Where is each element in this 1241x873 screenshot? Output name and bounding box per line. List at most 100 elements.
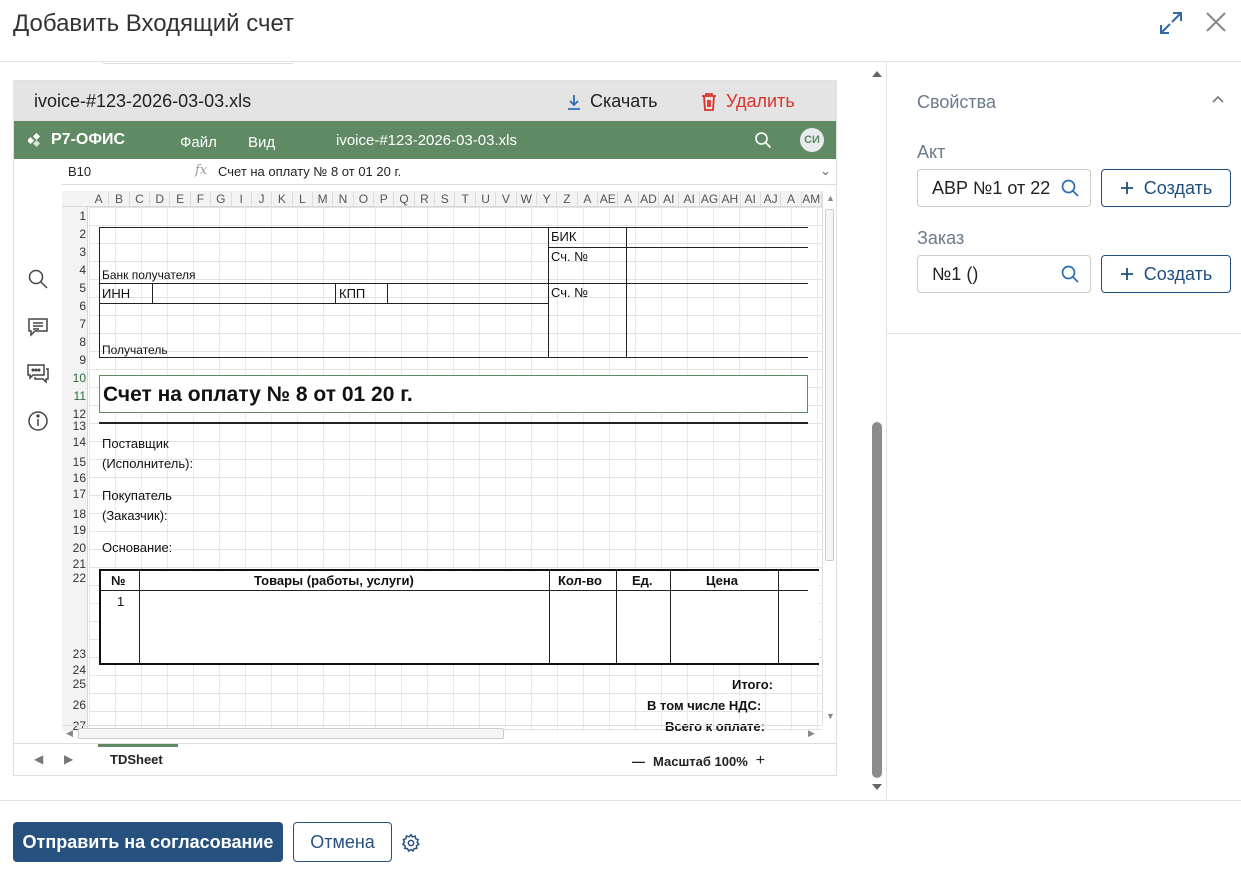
chat-icon[interactable] <box>26 361 50 385</box>
search-icon[interactable] <box>26 267 50 291</box>
column-header[interactable]: N <box>333 192 354 206</box>
spreadsheet-grid[interactable]: A B C D E F G I J K L M N O P Q R S T U V W Y Z A AE A AD AI AI AG AH AI… <box>62 191 822 731</box>
cell-supplier-2[interactable]: (Исполнитель): <box>102 456 193 471</box>
th-qty[interactable]: Кол-во <box>558 573 602 588</box>
row-header[interactable]: 6 <box>62 299 86 313</box>
expand-icon[interactable] <box>1158 10 1184 36</box>
cell-inn[interactable]: ИНН <box>102 286 130 301</box>
cell-kpp[interactable]: КПП <box>339 286 365 301</box>
row-header[interactable]: 19 <box>62 523 86 537</box>
row-header[interactable]: 10 <box>62 371 86 385</box>
avatar[interactable]: СИ <box>800 128 824 152</box>
sheet-tab[interactable]: TDSheet <box>98 744 178 772</box>
menu-view[interactable]: Вид <box>248 134 275 151</box>
cell-sch1[interactable]: Сч. № <box>551 249 588 264</box>
row-header[interactable]: 2 <box>62 227 86 241</box>
column-header[interactable]: S <box>435 192 456 206</box>
column-header[interactable]: AG <box>700 192 721 206</box>
column-header[interactable]: F <box>191 192 212 206</box>
row-header[interactable]: 20 <box>62 541 86 555</box>
column-header[interactable]: E <box>170 192 191 206</box>
properties-title[interactable]: Свойства <box>917 92 996 113</box>
submit-for-approval-button[interactable]: Отправить на согласование <box>13 822 283 862</box>
invoice-heading[interactable]: Счет на оплату № 8 от 01 20 г. <box>103 383 413 407</box>
row-header[interactable]: 8 <box>62 335 86 349</box>
row-header[interactable]: 17 <box>62 487 86 501</box>
zoom-in-icon[interactable]: + <box>756 752 765 770</box>
delete-button[interactable]: Удалить <box>700 91 795 112</box>
row-header[interactable]: 26 <box>62 698 86 712</box>
column-header[interactable]: D <box>150 192 171 206</box>
row-header[interactable]: 11 <box>62 389 86 403</box>
cell-recipient[interactable]: Получатель <box>102 343 168 357</box>
row-header[interactable]: 16 <box>62 471 86 485</box>
prev-sheet-icon[interactable]: ◀ <box>34 752 43 766</box>
column-header[interactable]: A <box>89 192 110 206</box>
act-create-button[interactable]: Создать <box>1101 169 1231 207</box>
search-icon[interactable] <box>1060 264 1080 284</box>
act-value[interactable]: АВР №1 от 22 <box>932 178 1050 198</box>
cell-bik[interactable]: БИК <box>551 229 576 244</box>
close-icon[interactable] <box>1204 10 1230 36</box>
column-header[interactable]: P <box>374 192 395 206</box>
comment-icon[interactable] <box>26 315 50 339</box>
row-header[interactable]: 15 <box>62 455 86 469</box>
cell-reference[interactable]: B10 <box>68 164 188 179</box>
row-header[interactable]: 7 <box>62 317 86 331</box>
column-header[interactable]: T <box>456 192 476 206</box>
gear-icon[interactable] <box>401 833 421 853</box>
cell-buyer-2[interactable]: (Заказчик): <box>102 508 168 523</box>
act-field[interactable]: АВР №1 от 22 <box>917 169 1091 207</box>
th-price[interactable]: Цена <box>706 573 738 588</box>
column-header[interactable]: L <box>293 192 313 206</box>
row-header[interactable]: 3 <box>62 245 86 259</box>
cell-bank[interactable]: Банк получателя <box>102 268 195 282</box>
row-header[interactable]: 4 <box>62 263 86 277</box>
menu-file[interactable]: Файл <box>180 134 217 151</box>
cell-vat[interactable]: В том числе НДС: <box>647 698 761 713</box>
cell-grid[interactable]: БИК Сч. № Банк получателя ИНН КПП Сч. № … <box>89 207 822 731</box>
scroll-up-arrow-icon[interactable] <box>870 68 884 78</box>
cell-sch2[interactable]: Сч. № <box>551 285 588 300</box>
row-header[interactable]: 18 <box>62 507 86 521</box>
th-no[interactable]: № <box>111 573 126 588</box>
info-icon[interactable] <box>26 409 50 433</box>
sheet-horizontal-scrollbar[interactable]: ◀ ▶ <box>62 725 822 741</box>
column-header[interactable]: A <box>781 192 802 206</box>
column-header[interactable]: AI <box>679 192 700 206</box>
column-header[interactable]: Q <box>394 192 415 206</box>
fx-icon[interactable]: fx <box>195 163 207 178</box>
column-header[interactable]: O <box>354 192 375 206</box>
cell-total[interactable]: Итого: <box>732 677 773 692</box>
column-header[interactable]: J <box>252 192 273 206</box>
row-header[interactable]: 21 <box>62 557 86 571</box>
column-header[interactable]: G <box>211 192 232 206</box>
order-value[interactable]: №1 () <box>932 264 978 284</box>
row-header[interactable]: 24 <box>62 663 86 677</box>
row-header[interactable]: 5 <box>62 281 86 295</box>
chevron-down-icon[interactable]: ⌄ <box>820 163 831 179</box>
row-header[interactable]: 14 <box>62 435 86 449</box>
column-header[interactable]: M <box>313 192 334 206</box>
row-header[interactable]: 23 <box>62 647 86 661</box>
row-header[interactable]: 13 <box>62 419 86 433</box>
column-header[interactable]: AD <box>639 192 660 206</box>
column-header[interactable]: AI <box>659 192 680 206</box>
formula-value[interactable]: Счет на оплату № 8 от 01 20 г. <box>218 164 401 179</box>
row-header[interactable]: 9 <box>62 353 86 367</box>
cell-basis[interactable]: Основание: <box>102 540 172 555</box>
column-header[interactable]: C <box>130 192 151 206</box>
column-header[interactable]: Z <box>557 192 578 206</box>
next-sheet-icon[interactable]: ▶ <box>64 752 73 766</box>
column-header[interactable]: AH <box>720 192 741 206</box>
order-field[interactable]: №1 () <box>917 255 1091 293</box>
column-header[interactable]: V <box>496 192 517 206</box>
column-header[interactable]: A <box>618 192 639 206</box>
column-header[interactable]: K <box>272 192 293 206</box>
column-header[interactable]: I <box>232 192 252 206</box>
search-icon[interactable] <box>1060 178 1080 198</box>
column-header[interactable]: B <box>109 192 130 206</box>
th-unit[interactable]: Ед. <box>632 573 653 588</box>
order-create-button[interactable]: Создать <box>1101 255 1231 293</box>
scroll-down-arrow-icon[interactable] <box>870 782 884 792</box>
